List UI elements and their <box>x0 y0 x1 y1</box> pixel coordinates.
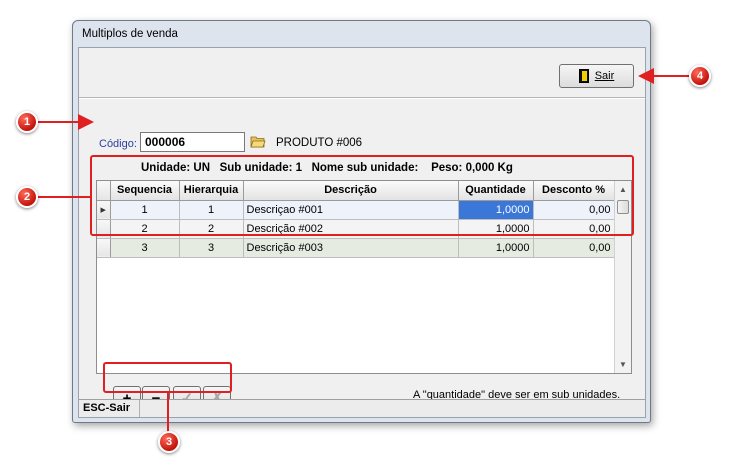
annotation-badge-3: 3 <box>158 431 180 453</box>
annotation-badge-2: 2 <box>16 186 38 208</box>
annotation-badge-1: 1 <box>16 111 38 133</box>
annotation-arrows <box>38 68 690 432</box>
annotation-badge-4: 4 <box>689 65 711 87</box>
